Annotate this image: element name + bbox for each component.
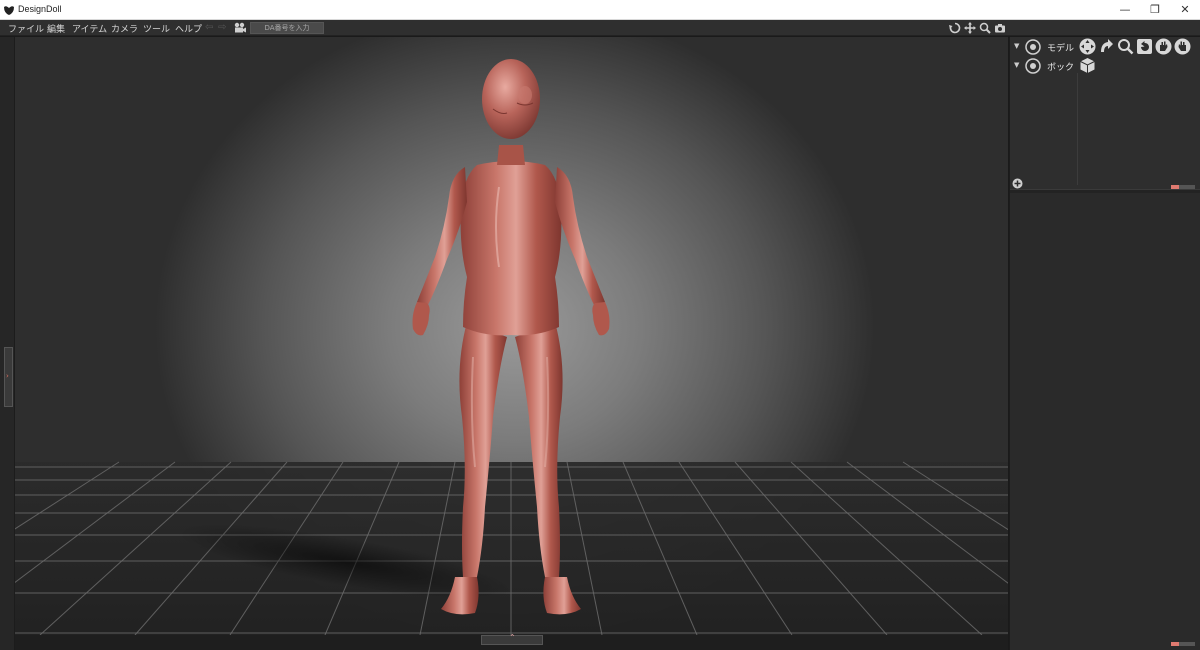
hand-left-icon[interactable]: [1174, 38, 1191, 55]
tree-label-model[interactable]: モデル: [1047, 41, 1074, 54]
box-icon[interactable]: [1079, 57, 1096, 74]
chevron-up-icon: ⌃: [509, 633, 516, 642]
tree-column-divider: [1077, 73, 1078, 185]
expand-arrow-icon[interactable]: ▼: [1014, 61, 1019, 69]
back-arrow-icon[interactable]: ⇦: [205, 22, 213, 33]
menu-camera[interactable]: カメラ: [111, 22, 138, 35]
visibility-icon[interactable]: [1025, 39, 1041, 55]
minimize-button[interactable]: —: [1110, 0, 1140, 20]
move-tool-icon[interactable]: [1079, 38, 1096, 55]
maximize-button[interactable]: ❐: [1140, 0, 1170, 20]
menu-item[interactable]: アイテム: [72, 22, 107, 35]
slider-fill: [1171, 642, 1180, 646]
menu-edit[interactable]: 編集: [47, 22, 65, 35]
bottom-panel-strip: ⌃: [15, 633, 1008, 650]
title-bar: DesignDoll — ❐ ✕: [0, 0, 1200, 20]
move-icon[interactable]: [964, 22, 976, 34]
scene-tree: ▼ モデル ▼ ボック: [1010, 37, 1200, 189]
properties-area: [1010, 193, 1200, 650]
bottom-panel-toggle[interactable]: ⌃: [481, 633, 543, 645]
tree-row-box[interactable]: ▼ ボック: [1010, 57, 1200, 75]
menu-tool[interactable]: ツール: [143, 22, 170, 35]
movie-camera-icon[interactable]: [233, 22, 247, 34]
designdoll-logo-icon: [4, 6, 14, 15]
menu-help[interactable]: ヘルプ: [175, 22, 202, 35]
hand-pose-icon[interactable]: [1155, 38, 1172, 55]
properties-slider[interactable]: [1171, 642, 1195, 646]
reset-pose-icon[interactable]: [1136, 38, 1153, 55]
menu-file[interactable]: ファイル: [8, 22, 44, 35]
zoom-icon[interactable]: [979, 22, 991, 34]
zoom-tool-icon[interactable]: [1117, 38, 1134, 55]
left-panel-strip: ›: [0, 37, 15, 650]
right-panel: ▼ モデル ▼ ボック: [1009, 37, 1200, 650]
window-title: DesignDoll: [18, 4, 62, 14]
tree-row-model[interactable]: ▼ モデル: [1010, 38, 1200, 56]
tree-label-box[interactable]: ボック: [1047, 60, 1074, 73]
pose-tool-icon[interactable]: [1098, 38, 1115, 55]
expand-arrow-icon[interactable]: ▼: [1014, 42, 1019, 50]
3d-viewport[interactable]: [15, 37, 1008, 635]
chevron-right-icon: ›: [6, 372, 9, 380]
menu-bar: ファイル 編集 アイテム カメラ ツール ヘルプ ⇦ ⇨: [0, 20, 1200, 36]
scene-canvas[interactable]: [15, 37, 1008, 635]
floor-grid: [15, 461, 1008, 635]
close-button[interactable]: ✕: [1170, 0, 1200, 20]
forward-arrow-icon[interactable]: ⇨: [218, 22, 226, 33]
da-number-input[interactable]: DA番号を入力: [250, 22, 324, 34]
rotate-icon[interactable]: [949, 22, 961, 34]
left-panel-toggle[interactable]: ›: [4, 347, 13, 407]
add-icon[interactable]: [1012, 178, 1023, 189]
camera-icon[interactable]: [994, 22, 1006, 34]
visibility-icon[interactable]: [1025, 58, 1041, 74]
